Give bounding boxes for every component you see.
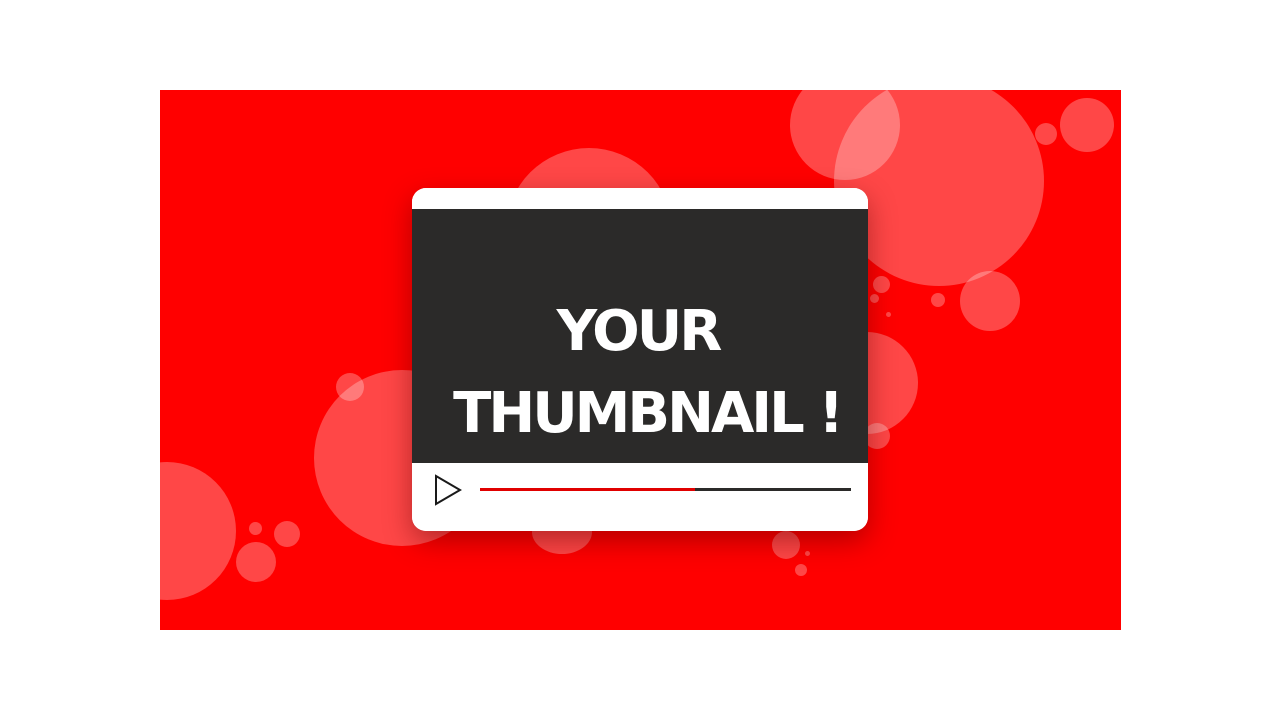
bubble-decoration (274, 521, 300, 547)
bubble-decoration (931, 293, 945, 307)
bubble-decoration (873, 276, 890, 293)
player-controls (412, 463, 868, 531)
bubble-decoration (236, 542, 276, 582)
video-player-card: YOUR THUMBNAIL ! (412, 188, 868, 531)
progress-played (480, 488, 696, 491)
thumbnail-title-line-1: YOUR (556, 299, 723, 364)
progress-bar[interactable] (480, 488, 851, 491)
bubble-decoration (772, 531, 800, 559)
video-screen[interactable]: YOUR THUMBNAIL ! (412, 209, 868, 463)
bubble-decoration (1035, 123, 1057, 145)
player-top-bar (412, 188, 868, 209)
bubble-decoration (805, 551, 810, 556)
thumbnail-title-line-2: THUMBNAIL ! (453, 381, 844, 446)
bubble-decoration (1060, 98, 1114, 152)
play-icon (435, 474, 462, 506)
bubble-decoration (870, 294, 879, 303)
page: YOUR THUMBNAIL ! (0, 0, 1280, 720)
bubble-decoration (886, 312, 891, 317)
play-button[interactable] (432, 474, 464, 506)
bubble-decoration (160, 462, 236, 600)
bubble-decoration (795, 564, 807, 576)
bubble-decoration (960, 271, 1020, 331)
bubble-decoration (249, 522, 262, 535)
bubble-decoration (336, 373, 364, 401)
